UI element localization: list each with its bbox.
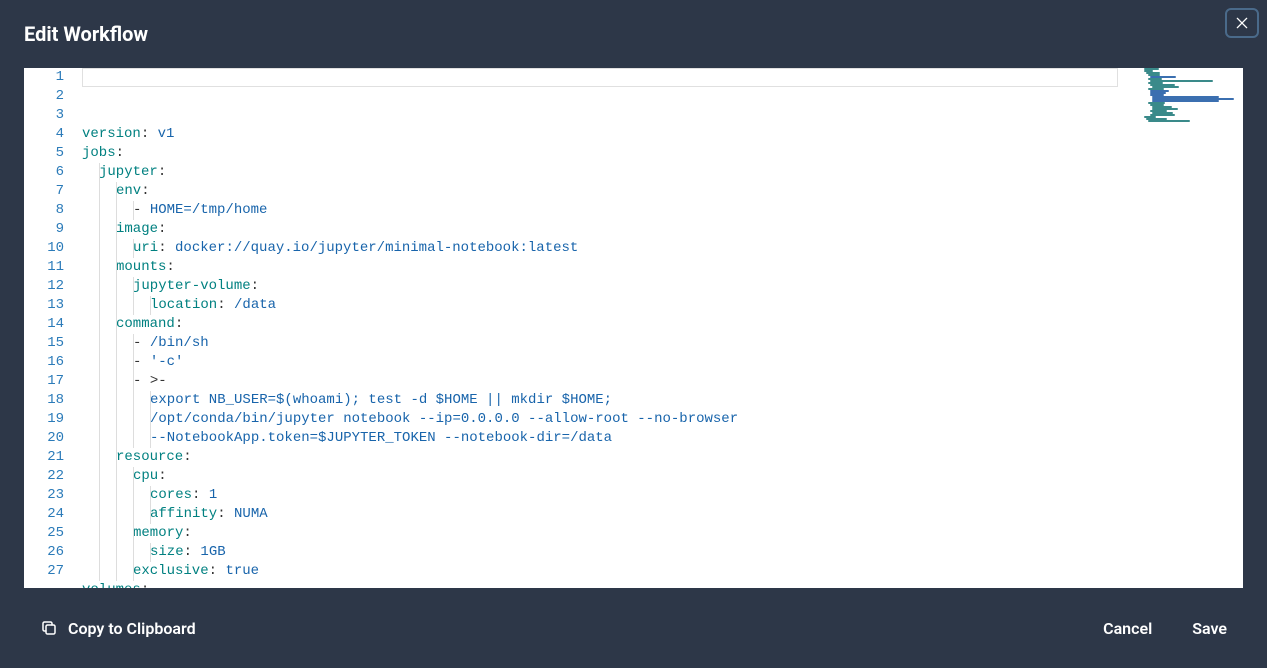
line-number: 1	[32, 68, 64, 87]
line-number: 17	[32, 372, 64, 391]
line-number: 3	[32, 106, 64, 125]
cancel-button[interactable]: Cancel	[1103, 619, 1152, 638]
line-number: 22	[32, 467, 64, 486]
code-line[interactable]: - HOME=/tmp/home	[82, 201, 1243, 220]
code-line[interactable]: cpu:	[82, 467, 1243, 486]
line-number: 16	[32, 353, 64, 372]
close-button[interactable]	[1225, 8, 1259, 38]
code-editor[interactable]: 1234567891011121314151617181920212223242…	[24, 68, 1243, 588]
code-line[interactable]: env:	[82, 182, 1243, 201]
line-number: 25	[32, 524, 64, 543]
line-number: 4	[32, 125, 64, 144]
line-number: 12	[32, 277, 64, 296]
line-number: 23	[32, 486, 64, 505]
line-number: 7	[32, 182, 64, 201]
line-number: 15	[32, 334, 64, 353]
line-number: 26	[32, 543, 64, 562]
code-line[interactable]: export NB_USER=$(whoami); test -d $HOME …	[82, 391, 1243, 410]
modal-title: Edit Workflow	[24, 22, 148, 46]
line-number: 10	[32, 239, 64, 258]
line-number-gutter: 1234567891011121314151617181920212223242…	[24, 68, 82, 588]
code-line[interactable]: mounts:	[82, 258, 1243, 277]
code-line[interactable]: - '-c'	[82, 353, 1243, 372]
copy-icon	[40, 619, 58, 637]
code-line[interactable]: /opt/conda/bin/jupyter notebook --ip=0.0…	[82, 410, 1243, 429]
line-number: 2	[32, 87, 64, 106]
line-number: 18	[32, 391, 64, 410]
close-icon	[1234, 15, 1250, 31]
code-line[interactable]: jobs:	[82, 144, 1243, 163]
code-line[interactable]: volumes:	[82, 581, 1243, 588]
code-line[interactable]: cores: 1	[82, 486, 1243, 505]
code-line[interactable]: --NotebookApp.token=$JUPYTER_TOKEN --not…	[82, 429, 1243, 448]
code-line[interactable]: jupyter:	[82, 163, 1243, 182]
line-number: 27	[32, 562, 64, 581]
code-line[interactable]: memory:	[82, 524, 1243, 543]
line-number: 20	[32, 429, 64, 448]
code-area[interactable]: version: v1jobs:jupyter:env:- HOME=/tmp/…	[82, 68, 1243, 588]
code-line[interactable]: image:	[82, 220, 1243, 239]
code-line[interactable]: location: /data	[82, 296, 1243, 315]
code-line[interactable]: - >-	[82, 372, 1243, 391]
code-line[interactable]: command:	[82, 315, 1243, 334]
code-line[interactable]: jupyter-volume:	[82, 277, 1243, 296]
line-number: 6	[32, 163, 64, 182]
line-number: 5	[32, 144, 64, 163]
code-line[interactable]: affinity: NUMA	[82, 505, 1243, 524]
code-line[interactable]: uri: docker://quay.io/jupyter/minimal-no…	[82, 239, 1243, 258]
line-number: 8	[32, 201, 64, 220]
line-number: 19	[32, 410, 64, 429]
line-number: 14	[32, 315, 64, 334]
copy-to-clipboard-button[interactable]: Copy to Clipboard	[40, 619, 196, 638]
line-number: 24	[32, 505, 64, 524]
save-button[interactable]: Save	[1192, 619, 1227, 638]
modal-header: Edit Workflow	[0, 0, 1267, 68]
code-line[interactable]: - /bin/sh	[82, 334, 1243, 353]
code-line[interactable]: resource:	[82, 448, 1243, 467]
code-line[interactable]: exclusive: true	[82, 562, 1243, 581]
line-number: 9	[32, 220, 64, 239]
code-line[interactable]: size: 1GB	[82, 543, 1243, 562]
copy-label: Copy to Clipboard	[68, 619, 196, 638]
code-line[interactable]: version: v1	[82, 125, 1243, 144]
line-number: 21	[32, 448, 64, 467]
current-line-highlight	[82, 68, 1118, 87]
line-number: 11	[32, 258, 64, 277]
modal-footer: Copy to Clipboard Cancel Save	[0, 588, 1267, 668]
line-number: 13	[32, 296, 64, 315]
